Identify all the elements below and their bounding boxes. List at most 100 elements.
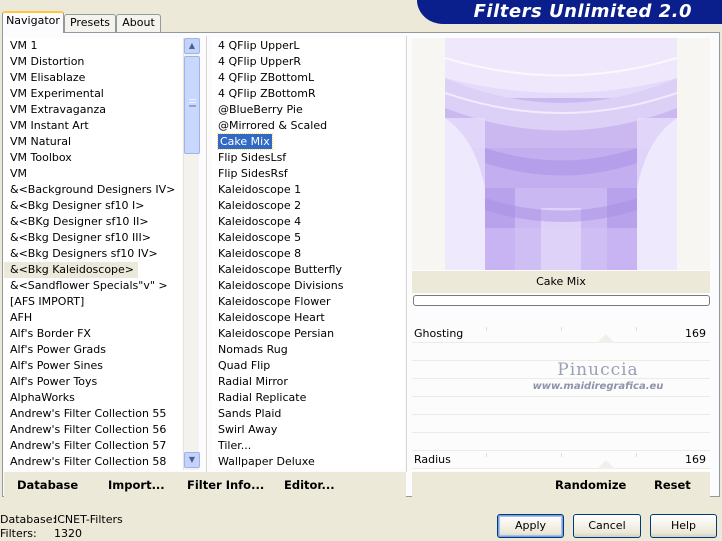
category-item[interactable]: VM Natural [4, 134, 182, 150]
filter-item-label: Kaleidoscope Divisions [218, 279, 344, 292]
category-item[interactable]: VM Distortion [4, 54, 182, 70]
filter-item[interactable]: Nomads Rug [212, 342, 404, 358]
filter-item[interactable]: @BlueBerry Pie [212, 102, 404, 118]
help-button[interactable]: Help [650, 514, 717, 538]
category-item[interactable]: &<Background Designers IV> [4, 182, 182, 198]
category-item[interactable]: VM Experimental [4, 86, 182, 102]
filter-item[interactable]: Kaleidoscope 5 [212, 230, 404, 246]
category-item[interactable]: &<Bkg Designers sf10 IV> [4, 246, 182, 262]
filter-item[interactable]: 4 QFlip UpperL [212, 38, 404, 54]
filter-item-label: Kaleidoscope Butterfly [218, 263, 342, 276]
param-radius[interactable]: Radius 169 [412, 451, 710, 469]
database-button[interactable]: Database [17, 478, 78, 492]
import-button[interactable]: Import... [108, 478, 165, 492]
category-item[interactable]: Alf's Power Grads [4, 342, 182, 358]
filter-item[interactable]: Flip SidesRsf [212, 166, 404, 182]
tab-about[interactable]: About [116, 14, 161, 32]
filter-item[interactable]: @Mirrored & Scaled [212, 118, 404, 134]
filter-list[interactable]: 4 QFlip UpperL 4 QFlip UpperR 4 QFlip ZBot… [212, 38, 404, 470]
apply-button[interactable]: Apply [497, 514, 564, 538]
param-ghosting[interactable]: Ghosting 169 [412, 325, 710, 343]
filter-item-label: Wallpaper Deluxe [218, 455, 315, 468]
category-list[interactable]: VM 1 VM Distortion VM Elisablaze VM Experim… [4, 38, 182, 470]
category-item[interactable]: [AFS IMPORT] [4, 294, 182, 310]
radius-label: Radius [414, 453, 451, 466]
database-label: Database: [0, 513, 57, 526]
filter-item[interactable]: Quad Flip [212, 358, 404, 374]
scroll-thumb[interactable] [184, 56, 200, 154]
category-item[interactable]: &<Bkg Designer sf10 I> [4, 198, 182, 214]
filter-item-label: Kaleidoscope 5 [218, 231, 302, 244]
category-item[interactable]: VM Instant Art [4, 118, 182, 134]
category-item[interactable]: VM Extravaganza [4, 102, 182, 118]
radius-slider[interactable] [412, 451, 710, 469]
filter-item[interactable]: Kaleidoscope 1 [212, 182, 404, 198]
filter-item[interactable]: Cake Mix [212, 133, 404, 150]
category-item[interactable]: VM Elisablaze [4, 70, 182, 86]
filter-item[interactable]: 4 QFlip ZBottomR [212, 86, 404, 102]
category-item[interactable]: &<Bkg Designer sf10 III> [4, 230, 182, 246]
category-item[interactable]: Andrew's Filter Collection 55 [4, 406, 182, 422]
param-row-empty [412, 415, 710, 433]
filter-item[interactable]: Kaleidoscope Divisions [212, 278, 404, 294]
preview-filter-name: Cake Mix [412, 271, 710, 293]
category-scrollbar[interactable]: ▲ ▼ [183, 38, 200, 470]
category-item[interactable]: &<BKg Designer sf10 II> [4, 214, 182, 230]
filter-item[interactable]: Radial Replicate [212, 390, 404, 406]
filter-item-label: @BlueBerry Pie [218, 103, 303, 116]
category-item[interactable]: Andrew's Filter Collection 58 [4, 454, 182, 470]
ghosting-slider-thumb[interactable] [597, 334, 615, 343]
progress-bar [413, 295, 710, 306]
reset-button[interactable]: Reset [654, 478, 691, 492]
filter-item[interactable]: Kaleidoscope 4 [212, 214, 404, 230]
ghosting-value: 169 [685, 327, 706, 340]
filter-item[interactable]: Swirl Away [212, 422, 404, 438]
param-row-empty [412, 397, 710, 415]
filter-item[interactable]: Kaleidoscope Flower [212, 294, 404, 310]
filter-item[interactable]: Radial Mirror [212, 374, 404, 390]
category-item[interactable]: Andrew's Filter Collection 57 [4, 438, 182, 454]
category-item[interactable]: AlphaWorks [4, 390, 182, 406]
category-item[interactable]: Alf's Border FX [4, 326, 182, 342]
filter-item[interactable]: Tiler... [212, 438, 404, 454]
category-item[interactable]: VM 1 [4, 38, 182, 54]
scroll-up-button[interactable]: ▲ [184, 38, 200, 54]
filter-item[interactable]: Flip SidesLsf [212, 150, 404, 166]
parameter-panel: Ghosting 169 Radius 169 [412, 325, 710, 471]
param-row-empty [412, 433, 710, 451]
filter-item[interactable]: Wallpaper Deluxe [212, 454, 404, 470]
editor-button[interactable]: Editor... [284, 478, 335, 492]
filter-item[interactable]: Kaleidoscope Persian [212, 326, 404, 342]
tab-navigator[interactable]: Navigator [2, 11, 64, 33]
preview-image [445, 38, 677, 270]
cancel-button[interactable]: Cancel [573, 514, 641, 538]
category-item[interactable]: Alf's Power Toys [4, 374, 182, 390]
category-item[interactable]: Andrew's Filter Collection 56 [4, 422, 182, 438]
filter-item[interactable]: 4 QFlip UpperR [212, 54, 404, 70]
filter-item-label: Kaleidoscope Heart [218, 311, 325, 324]
radius-value: 169 [685, 453, 706, 466]
filter-item[interactable]: Sands Plaid [212, 406, 404, 422]
filter-item[interactable]: Kaleidoscope Butterfly [212, 262, 404, 278]
filter-item[interactable]: 4 QFlip ZBottomL [212, 70, 404, 86]
scroll-down-button[interactable]: ▼ [184, 452, 200, 468]
param-button-bar: Randomize Reset [412, 472, 710, 498]
filter-item-label: Radial Replicate [218, 391, 307, 404]
radius-slider-thumb[interactable] [597, 460, 615, 469]
randomize-button[interactable]: Randomize [555, 478, 626, 492]
category-item[interactable]: Alf's Power Sines [4, 358, 182, 374]
tab-presets[interactable]: Presets [64, 14, 116, 32]
filter-item-label: Kaleidoscope 1 [218, 183, 302, 196]
category-item[interactable]: VM [4, 166, 182, 182]
filter-info-button[interactable]: Filter Info... [187, 478, 264, 492]
filter-item[interactable]: Kaleidoscope 8 [212, 246, 404, 262]
category-item[interactable]: VM Toolbox [4, 150, 182, 166]
filter-item-label: @Mirrored & Scaled [218, 119, 328, 132]
category-item[interactable]: &<Sandflower Specials"v" > [4, 278, 182, 294]
category-item[interactable]: AFH [4, 310, 182, 326]
filter-item[interactable]: Kaleidoscope Heart [212, 310, 404, 326]
watermark-name: Pinuccia [557, 360, 639, 380]
category-item[interactable]: &<Bkg Kaleidoscope> [4, 262, 139, 278]
filter-item-label: Flip SidesRsf [218, 167, 288, 180]
filter-item[interactable]: Kaleidoscope 2 [212, 198, 404, 214]
